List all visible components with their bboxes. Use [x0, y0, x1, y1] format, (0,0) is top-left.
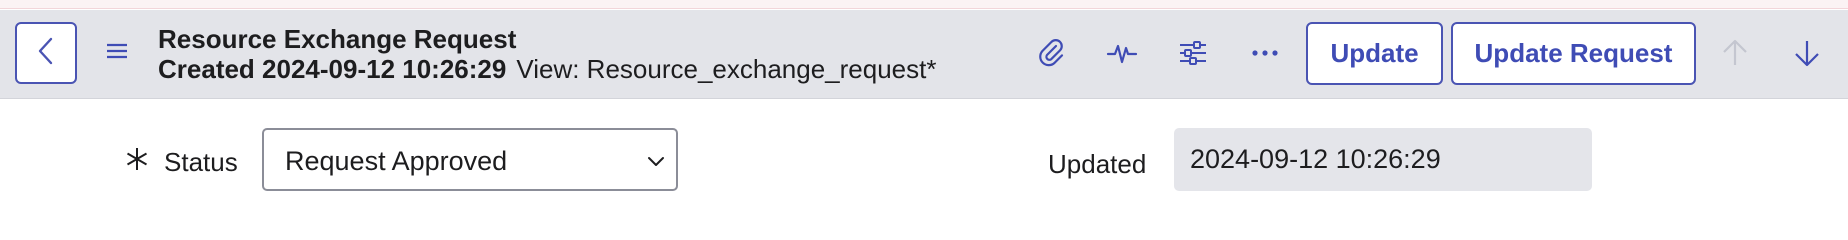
required-asterisk-icon [124, 146, 150, 172]
status-label: Status [164, 147, 238, 177]
sliders-icon [1177, 37, 1209, 74]
hamburger-icon [105, 41, 129, 66]
attachment-button[interactable] [1031, 35, 1071, 75]
more-options-button[interactable] [1245, 35, 1285, 75]
next-record-button[interactable] [1787, 35, 1827, 75]
activity-icon [1106, 37, 1138, 74]
record-title: Resource Exchange Request [158, 24, 517, 54]
arrow-down-icon [1791, 37, 1823, 74]
updated-value: 2024-09-12 10:26:29 [1190, 144, 1441, 174]
more-icon [1249, 37, 1281, 74]
activity-button[interactable] [1102, 35, 1142, 75]
form-row: Status Request Approved Updated 2024-09-… [0, 128, 1848, 192]
status-select[interactable]: Request Approved [262, 128, 678, 191]
chevron-left-icon [34, 36, 58, 71]
record-subtitle: Created 2024-09-12 10:26:29 View: Resourc… [158, 54, 936, 84]
chevron-down-icon [646, 152, 666, 172]
record-header: Resource Exchange Request Created 2024-0… [0, 10, 1848, 99]
paperclip-icon [1035, 37, 1067, 74]
view-name: View: Resource_exchange_request* [516, 54, 937, 84]
updated-label: Updated [1048, 149, 1147, 179]
created-timestamp: Created 2024-09-12 10:26:29 [158, 54, 507, 84]
context-menu-button[interactable] [104, 40, 130, 66]
record-title-block: Resource Exchange Request Created 2024-0… [158, 24, 936, 84]
top-accent-strip [0, 0, 1848, 9]
update-request-button[interactable]: Update Request [1451, 22, 1696, 85]
previous-record-button[interactable] [1715, 35, 1755, 75]
personalize-form-button[interactable] [1173, 35, 1213, 75]
status-selected-value: Request Approved [285, 146, 508, 176]
arrow-up-icon [1719, 37, 1751, 74]
updated-field: 2024-09-12 10:26:29 [1174, 128, 1592, 191]
update-button[interactable]: Update [1306, 22, 1443, 85]
back-button[interactable] [15, 22, 77, 84]
